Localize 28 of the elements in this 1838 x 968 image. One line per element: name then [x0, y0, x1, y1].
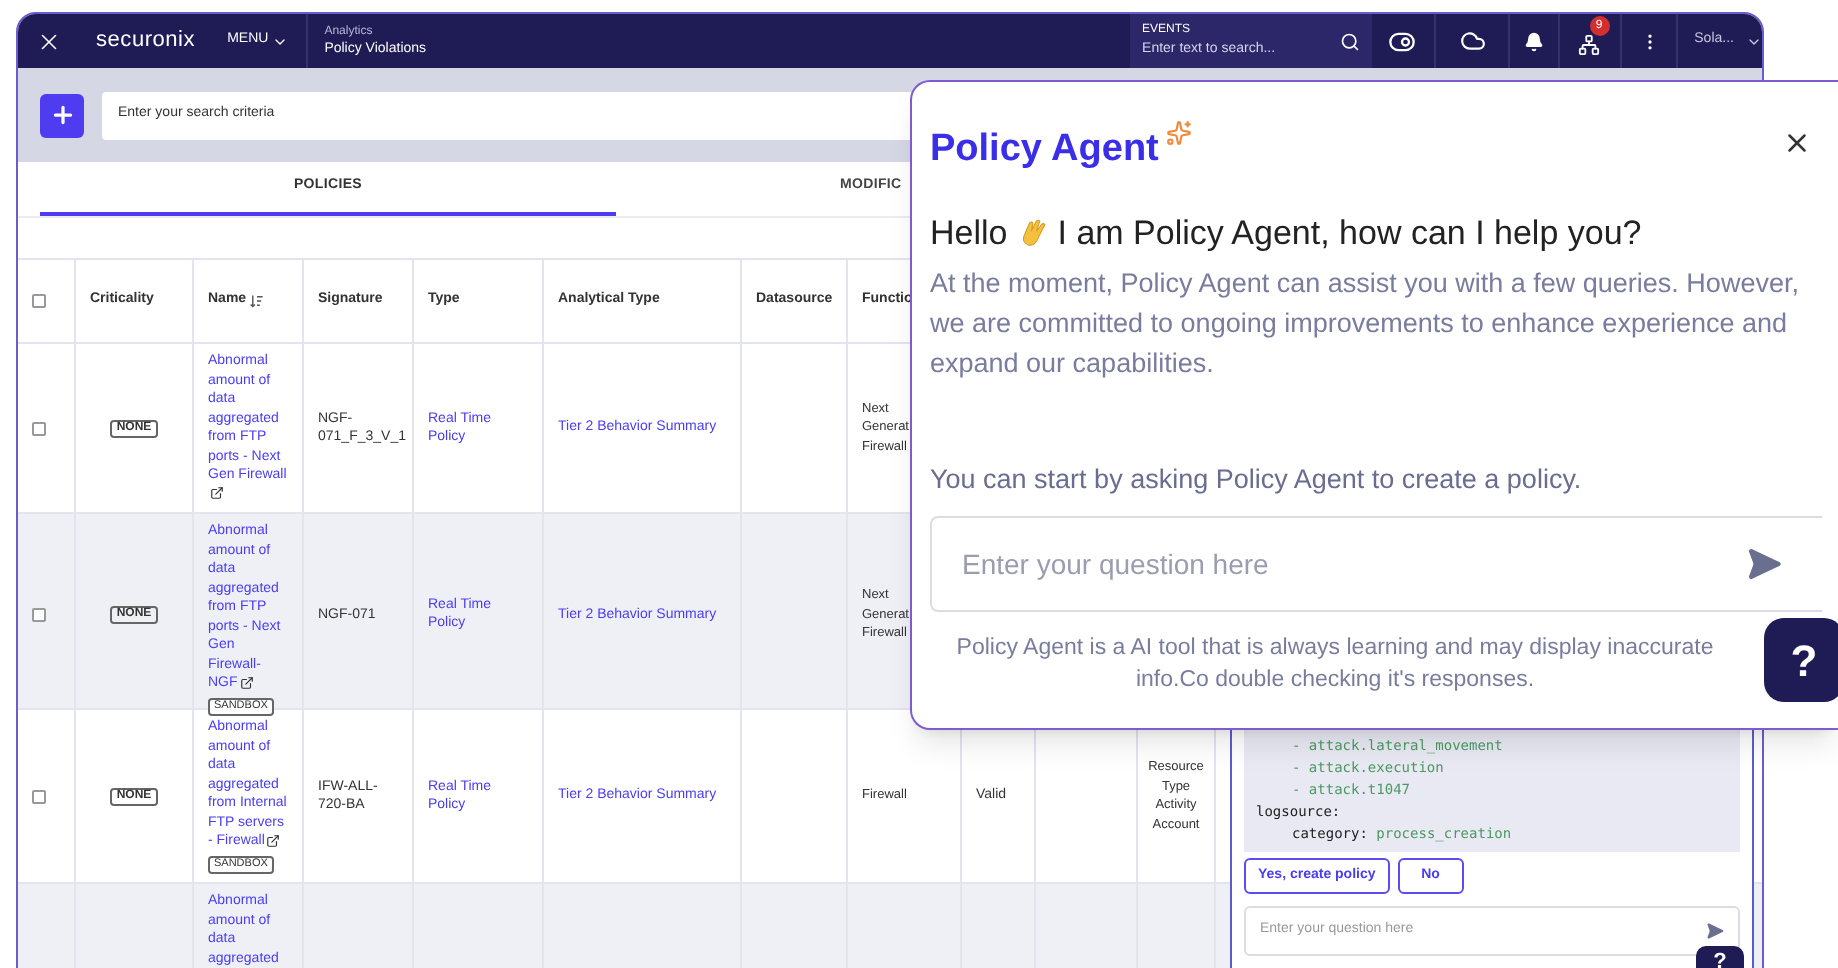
plus-icon [49, 102, 75, 128]
bell-icon[interactable] [1523, 31, 1544, 51]
row-checkbox[interactable] [32, 421, 46, 435]
add-button[interactable] [40, 93, 84, 137]
popup-title: Policy Agent [930, 126, 1159, 174]
intro-text: At the moment, Policy Agent can assist you with a few queries. However, we are committed to ongoing improvements to enhance experience and expand our capabilities. [930, 266, 1801, 382]
search-icon[interactable] [1339, 31, 1360, 51]
external-link-icon [239, 675, 254, 690]
toggle-icon[interactable] [1388, 27, 1417, 55]
select-all-checkbox[interactable] [32, 294, 46, 308]
close-icon[interactable] [1782, 128, 1812, 158]
cloud-icon[interactable] [1459, 28, 1486, 54]
sparkle-icon [1166, 120, 1193, 146]
row-checkbox[interactable] [32, 789, 46, 803]
send-icon[interactable] [1746, 546, 1782, 583]
help-button[interactable]: ? [1696, 946, 1744, 968]
sort-icon[interactable] [250, 294, 265, 308]
external-link-icon [210, 486, 224, 501]
network-icon[interactable] [1578, 34, 1601, 56]
external-link-icon [266, 833, 281, 848]
send-icon[interactable] [1706, 922, 1724, 940]
row-checkbox[interactable] [32, 607, 46, 622]
help-button[interactable]: ? [1764, 618, 1838, 702]
greeting-text: I am Policy Agent, how can I help you? [1057, 211, 1642, 255]
prompt-text: You can start by asking Policy Agent to create a policy. [930, 462, 1584, 498]
greeting-text: Hello [930, 211, 1008, 255]
disclaimer-text: Policy Agent is a AI tool that is always learning and may display inaccurate info.Co double checking it's responses. [954, 634, 1716, 697]
logo: securonix [96, 26, 196, 57]
